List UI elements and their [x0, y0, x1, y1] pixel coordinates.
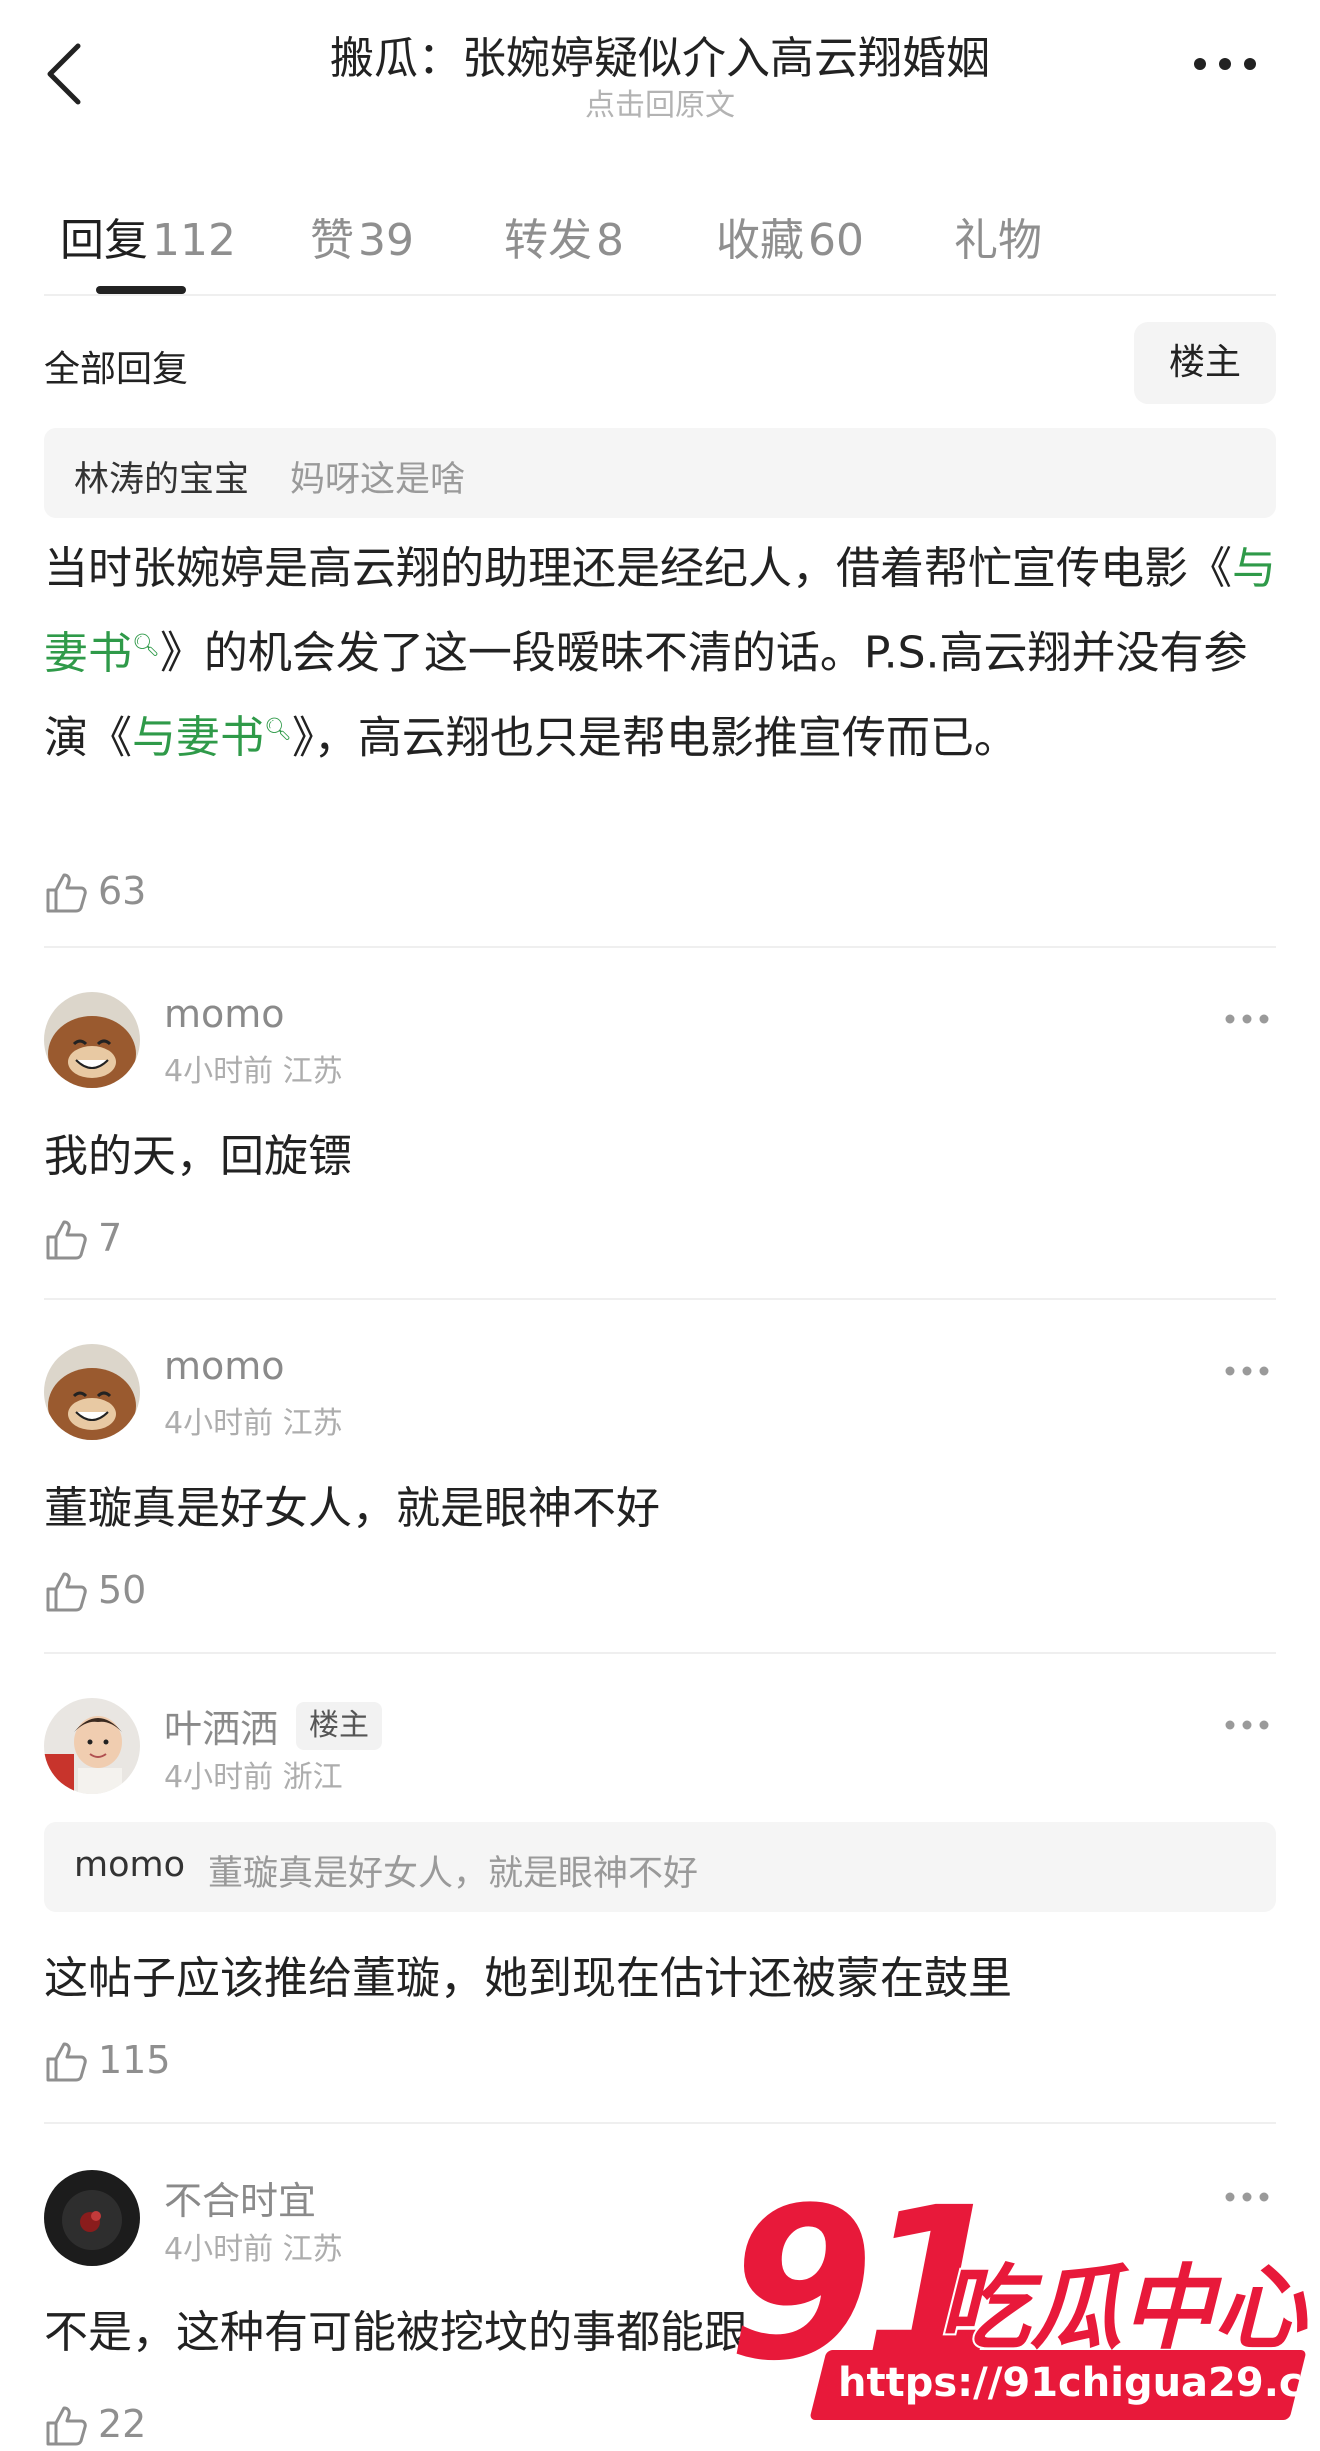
- quoted-text: 董璇真是好女人，就是眼神不好: [208, 1854, 699, 1894]
- tab-count: 8: [596, 215, 624, 266]
- comment-time: 4小时前: [164, 1054, 274, 1089]
- owner-badge: 楼主: [296, 1702, 382, 1750]
- search-icon: 🔍︎: [132, 633, 160, 658]
- quoted-user-name: 林涛的宝宝: [74, 460, 250, 500]
- topic-link[interactable]: 与妻书🔍︎: [132, 712, 292, 763]
- comment-meta: 4小时前 江苏: [164, 1398, 343, 1442]
- more-horizontal-icon: [1225, 1014, 1269, 1024]
- comment-text: 我的天，回旋镖: [44, 1131, 352, 1182]
- user-name[interactable]: momo: [164, 1344, 285, 1388]
- watermark-url: https://91chigua29.com: [838, 2360, 1320, 2406]
- search-icon: 🔍︎: [264, 717, 292, 743]
- user-name[interactable]: 叶洒洒: [164, 1698, 278, 1753]
- thumbs-up-icon: [46, 2406, 87, 2446]
- more-horizontal-icon: [1225, 1720, 1269, 1730]
- divider: [44, 946, 1276, 948]
- quoted-user-name: momo: [74, 1845, 186, 1885]
- thumbs-up-icon: [46, 1220, 87, 1260]
- comment-time: 4小时前: [164, 2232, 274, 2267]
- comment-text: 不是，这种有可能被挖坟的事都能跟: [44, 2307, 748, 2358]
- tab-label: 收藏: [716, 215, 804, 266]
- comment-text: 董璇真是好女人，就是眼神不好: [44, 1483, 660, 1534]
- divider: [44, 1298, 1276, 1300]
- comment-location: 江苏: [282, 2232, 343, 2267]
- quoted-comment[interactable]: 林涛的宝宝 妈呀这是啥: [44, 428, 1276, 518]
- user-name[interactable]: momo: [164, 992, 285, 1036]
- tab-count: 39: [358, 215, 414, 266]
- comment-time: 4小时前: [164, 1760, 274, 1795]
- reply-text-part: 》，高云翔也只是帮电影推宣传而已。: [291, 712, 1018, 764]
- like-count: 115: [98, 2038, 171, 2082]
- watermark-brand: 吃瓜中心: [936, 2253, 1308, 2364]
- tab-count: 60: [808, 215, 864, 266]
- avatar[interactable]: [44, 1698, 140, 1794]
- tab-reposts[interactable]: 转发8: [504, 204, 624, 268]
- tab-label: 回复: [60, 215, 148, 266]
- bear-avatar-icon: [44, 1344, 140, 1440]
- like-count: 50: [98, 1568, 147, 1612]
- topic-link-label: 与妻书: [132, 712, 264, 764]
- quoted-comment[interactable]: momo 董璇真是好女人，就是眼神不好: [44, 1822, 1276, 1912]
- avatar[interactable]: [44, 1344, 140, 1440]
- active-tab-indicator: [96, 286, 186, 294]
- comment-location: 江苏: [282, 1406, 343, 1441]
- divider: [44, 2122, 1276, 2124]
- reply-text: 当时张婉婷是高云翔的助理还是经纪人，借着帮忙宣传电影《与妻书🔍︎》的机会发了这一…: [44, 530, 1284, 776]
- all-replies-label: 全部回复: [44, 349, 189, 390]
- tab-count: 112: [152, 215, 236, 266]
- child-photo-avatar: [44, 1698, 140, 1794]
- page: 搬瓜：张婉婷疑似介入高云翔婚姻 点击回原文 回复112 赞39 转发8 收藏60…: [0, 0, 1320, 2451]
- avatar[interactable]: [44, 2170, 140, 2266]
- thumbs-up-icon: [46, 1572, 87, 1612]
- watermark-logo: 91 吃瓜中心 https://91chigua29.com: [700, 2180, 1320, 2450]
- bear-avatar-icon: [44, 992, 140, 1088]
- tab-label: 礼物: [954, 215, 1042, 266]
- comment-meta: 4小时前 浙江: [164, 1752, 343, 1796]
- tab-favorites[interactable]: 收藏60: [716, 204, 864, 268]
- tab-gifts[interactable]: 礼物: [954, 204, 1046, 268]
- owner-only-filter-button[interactable]: 楼主: [1134, 322, 1276, 404]
- tab-replies[interactable]: 回复112: [60, 204, 236, 268]
- comment-text: 这帖子应该推给董璇，她到现在估计还被蒙在鼓里: [44, 1953, 1012, 2004]
- like-count: 63: [98, 869, 147, 913]
- comment-location: 江苏: [282, 1054, 343, 1089]
- tab-label: 转发: [504, 215, 592, 266]
- thumbs-up-icon: [46, 2042, 87, 2082]
- comment-meta: 4小时前 江苏: [164, 1046, 343, 1090]
- user-name[interactable]: 不合时宜: [164, 2170, 316, 2225]
- back-to-original-link[interactable]: 点击回原文: [0, 80, 1320, 124]
- divider: [44, 294, 1276, 296]
- like-count: 22: [98, 2402, 147, 2446]
- tab-bar: 回复112 赞39 转发8 收藏60 礼物: [44, 190, 1274, 290]
- tab-label: 赞: [310, 215, 354, 266]
- more-horizontal-icon: [1225, 1366, 1269, 1376]
- divider: [44, 1652, 1276, 1654]
- comment-location: 浙江: [282, 1760, 343, 1795]
- reply-text-part: 当时张婉婷是高云翔的助理还是经纪人，借着帮忙宣传电影《: [44, 543, 1232, 594]
- comment-time: 4小时前: [164, 1406, 274, 1441]
- comment-meta: 4小时前 江苏: [164, 2224, 343, 2268]
- comment-more-button[interactable]: [1224, 1010, 1270, 1024]
- comment-more-button[interactable]: [1224, 1716, 1270, 1730]
- top-bar: 搬瓜：张婉婷疑似介入高云翔婚姻 点击回原文: [0, 0, 1320, 160]
- tab-likes[interactable]: 赞39: [310, 204, 414, 268]
- more-options-button[interactable]: [1190, 54, 1260, 74]
- avatar[interactable]: [44, 992, 140, 1088]
- thumbs-up-icon: [46, 873, 87, 913]
- like-count: 7: [98, 1216, 123, 1260]
- comment-more-button[interactable]: [1224, 1362, 1270, 1376]
- more-horizontal-icon: [1194, 58, 1256, 70]
- dark-photo-avatar: [44, 2170, 140, 2266]
- post-title: 搬瓜：张婉婷疑似介入高云翔婚姻: [330, 33, 990, 84]
- quoted-text: 妈呀这是啥: [290, 460, 466, 500]
